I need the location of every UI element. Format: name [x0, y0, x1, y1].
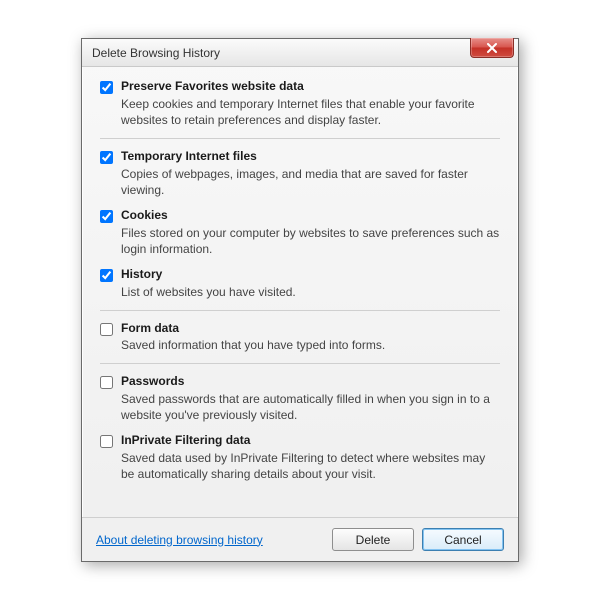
titlebar: Delete Browsing History — [82, 39, 518, 67]
dialog-content: Preserve Favorites website data Keep coo… — [82, 67, 518, 517]
checkbox-inprivate[interactable] — [100, 435, 113, 448]
checkbox-passwords[interactable] — [100, 376, 113, 389]
option-desc: List of websites you have visited. — [121, 284, 500, 300]
separator — [100, 363, 500, 364]
checkbox-cookies[interactable] — [100, 210, 113, 223]
dialog-footer: About deleting browsing history Delete C… — [82, 517, 518, 561]
option-cookies: Cookies Files stored on your computer by… — [100, 208, 500, 257]
dialog-window: Delete Browsing History Preserve Favorit… — [81, 38, 519, 562]
close-button[interactable] — [470, 38, 514, 58]
option-desc: Saved information that you have typed in… — [121, 337, 500, 353]
option-desc: Keep cookies and temporary Internet file… — [121, 96, 500, 128]
option-temp-files: Temporary Internet files Copies of webpa… — [100, 149, 500, 198]
window-title: Delete Browsing History — [92, 46, 220, 60]
option-passwords: Passwords Saved passwords that are autom… — [100, 374, 500, 423]
option-desc: Copies of webpages, images, and media th… — [121, 166, 500, 198]
checkbox-form-data[interactable] — [100, 323, 113, 336]
option-history: History List of websites you have visite… — [100, 267, 500, 300]
help-link[interactable]: About deleting browsing history — [96, 533, 263, 547]
option-inprivate: InPrivate Filtering data Saved data used… — [100, 433, 500, 482]
option-title: InPrivate Filtering data — [121, 433, 500, 449]
option-title: Preserve Favorites website data — [121, 79, 500, 95]
checkbox-history[interactable] — [100, 269, 113, 282]
separator — [100, 138, 500, 139]
separator — [100, 310, 500, 311]
option-title: Form data — [121, 321, 500, 337]
option-desc: Files stored on your computer by website… — [121, 225, 500, 257]
option-preserve-favorites: Preserve Favorites website data Keep coo… — [100, 79, 500, 128]
option-title: History — [121, 267, 500, 283]
option-desc: Saved passwords that are automatically f… — [121, 391, 500, 423]
option-title: Cookies — [121, 208, 500, 224]
checkbox-preserve-favorites[interactable] — [100, 81, 113, 94]
option-title: Temporary Internet files — [121, 149, 500, 165]
checkbox-temp-files[interactable] — [100, 151, 113, 164]
option-title: Passwords — [121, 374, 500, 390]
option-form-data: Form data Saved information that you hav… — [100, 321, 500, 354]
delete-button[interactable]: Delete — [332, 528, 414, 551]
cancel-button[interactable]: Cancel — [422, 528, 504, 551]
close-icon — [486, 43, 498, 53]
option-desc: Saved data used by InPrivate Filtering t… — [121, 450, 500, 482]
